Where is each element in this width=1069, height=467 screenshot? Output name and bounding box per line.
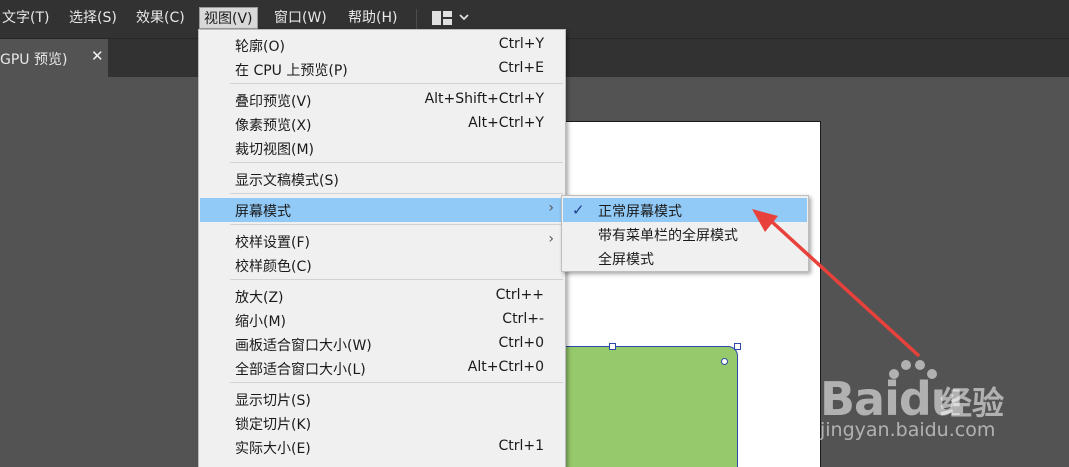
menu-item-shortcut: Alt+Shift+Ctrl+Y (424, 91, 544, 107)
menu-item-proof-setup[interactable]: 校样设置(F) › (200, 229, 566, 253)
menu-effect[interactable]: 效果(C) (132, 7, 189, 29)
menu-separator (230, 224, 563, 225)
menu-item-shortcut: Alt+Ctrl+Y (468, 115, 544, 131)
menu-separator (230, 162, 563, 163)
watermark-url: jingyan.baidu.com (820, 419, 996, 441)
chevron-down-icon (459, 9, 469, 30)
menu-item-fit-artboard[interactable]: 画板适合窗口大小(W) Ctrl+0 (200, 332, 566, 356)
menu-type[interactable]: 文字(T) (0, 7, 53, 29)
menu-item-label: 在 CPU 上预览(P) (235, 63, 348, 79)
menu-item-lock-slices[interactable]: 锁定切片(K) (200, 411, 566, 435)
corner-radius-widget[interactable] (721, 358, 728, 365)
app-window: 文字(T) 选择(S) 效果(C) 视图(V) 窗口(W) 帮助(H) GPU … (0, 0, 1069, 467)
menu-item-label: 缩小(M) (235, 314, 287, 330)
close-icon[interactable]: ✕ (91, 47, 104, 65)
menu-item-shortcut: Ctrl+0 (498, 335, 544, 351)
workspace-switcher-button[interactable] (428, 8, 474, 28)
menu-item-label: 画板适合窗口大小(W) (235, 338, 372, 354)
submenu-item-label: 带有菜单栏的全屏模式 (598, 228, 738, 244)
menu-item-shortcut: Ctrl+- (502, 311, 544, 327)
menu-help[interactable]: 帮助(H) (344, 7, 401, 29)
menu-item-outline[interactable]: 轮廓(O) Ctrl+Y (200, 33, 566, 57)
submenu-item-label: 全屏模式 (598, 252, 654, 268)
submenu-item-label: 正常屏幕模式 (598, 204, 682, 220)
menu-item-label: 校样颜色(C) (235, 259, 312, 275)
menu-item-show-slices[interactable]: 显示切片(S) (200, 387, 566, 411)
menu-item-label: 显示切片(S) (235, 393, 311, 409)
menu-item-label: 校样设置(F) (235, 235, 310, 251)
menu-item-label: 轮廓(O) (235, 39, 285, 55)
menu-item-zoom-out[interactable]: 缩小(M) Ctrl+- (200, 308, 566, 332)
screen-mode-submenu: ✓ 正常屏幕模式 带有菜单栏的全屏模式 全屏模式 (561, 195, 809, 272)
menu-window[interactable]: 窗口(W) (270, 7, 331, 29)
menu-item-trim-view[interactable]: 裁切视图(M) (200, 136, 566, 160)
menu-item-shortcut: Ctrl+1 (498, 438, 544, 454)
menu-item-label: 全部适合窗口大小(L) (235, 362, 366, 378)
menu-item-label: 屏幕模式 (235, 204, 291, 220)
selected-rounded-rectangle[interactable] (548, 346, 738, 467)
menu-separator (230, 279, 563, 280)
menu-item-shortcut: Ctrl++ (495, 287, 544, 303)
menu-item-shortcut: Ctrl+E (498, 60, 545, 76)
menu-separator (230, 83, 563, 84)
document-tab[interactable]: GPU 预览) ✕ (0, 39, 108, 78)
menu-item-overprint-preview[interactable]: 叠印预览(V) Alt+Shift+Ctrl+Y (200, 88, 566, 112)
menu-item-label: 放大(Z) (235, 290, 284, 306)
chevron-right-icon: › (548, 231, 554, 247)
menu-item-fit-all[interactable]: 全部适合窗口大小(L) Alt+Ctrl+0 (200, 356, 566, 380)
menu-separator (230, 193, 563, 194)
menu-item-actual-size[interactable]: 实际大小(E) Ctrl+1 (200, 435, 566, 459)
document-tab-label: GPU 预览) (0, 52, 68, 68)
menu-item-proof-colors[interactable]: 校样颜色(C) (200, 253, 566, 277)
chevron-right-icon: › (548, 200, 554, 216)
menu-item-label: 叠印预览(V) (235, 94, 312, 110)
checkmark-icon: ✓ (572, 201, 585, 219)
menu-item-shortcut: Alt+Ctrl+0 (467, 359, 544, 375)
workspace-grid-icon (432, 11, 452, 25)
view-menu-dropdown: 轮廓(O) Ctrl+Y 在 CPU 上预览(P) Ctrl+E 叠印预览(V)… (198, 29, 566, 467)
submenu-item-normal-screen-mode[interactable]: ✓ 正常屏幕模式 (563, 198, 807, 222)
menu-item-label: 显示文稿模式(S) (235, 173, 339, 189)
menu-item-pixel-preview[interactable]: 像素预览(X) Alt+Ctrl+Y (200, 112, 566, 136)
selection-handle[interactable] (609, 343, 616, 350)
menu-item-screen-mode[interactable]: 屏幕模式 › (200, 198, 566, 222)
menu-item-shortcut: Ctrl+Y (498, 36, 544, 52)
watermark-suffix: 经验 (940, 384, 1005, 422)
menu-select[interactable]: 选择(S) (65, 7, 121, 29)
menu-item-label: 实际大小(E) (235, 441, 311, 457)
menu-item-preview-on-cpu[interactable]: 在 CPU 上预览(P) Ctrl+E (200, 57, 566, 81)
menu-item-label: 锁定切片(K) (235, 417, 312, 433)
menu-view[interactable]: 视图(V) (199, 7, 258, 29)
submenu-item-fullscreen-with-menubar[interactable]: 带有菜单栏的全屏模式 (563, 222, 807, 246)
menu-item-zoom-in[interactable]: 放大(Z) Ctrl++ (200, 284, 566, 308)
menu-item-presentation-mode[interactable]: 显示文稿模式(S) (200, 167, 566, 191)
selection-handle[interactable] (734, 343, 741, 350)
submenu-item-fullscreen-mode[interactable]: 全屏模式 (563, 246, 807, 270)
menubar-divider (416, 9, 417, 29)
baidu-jingyan-watermark: Baidu 经验 jingyan.baidu.com (820, 356, 1065, 446)
menu-separator (230, 382, 563, 383)
menu-item-label: 像素预览(X) (235, 118, 312, 134)
menu-item-label: 裁切视图(M) (235, 142, 315, 158)
